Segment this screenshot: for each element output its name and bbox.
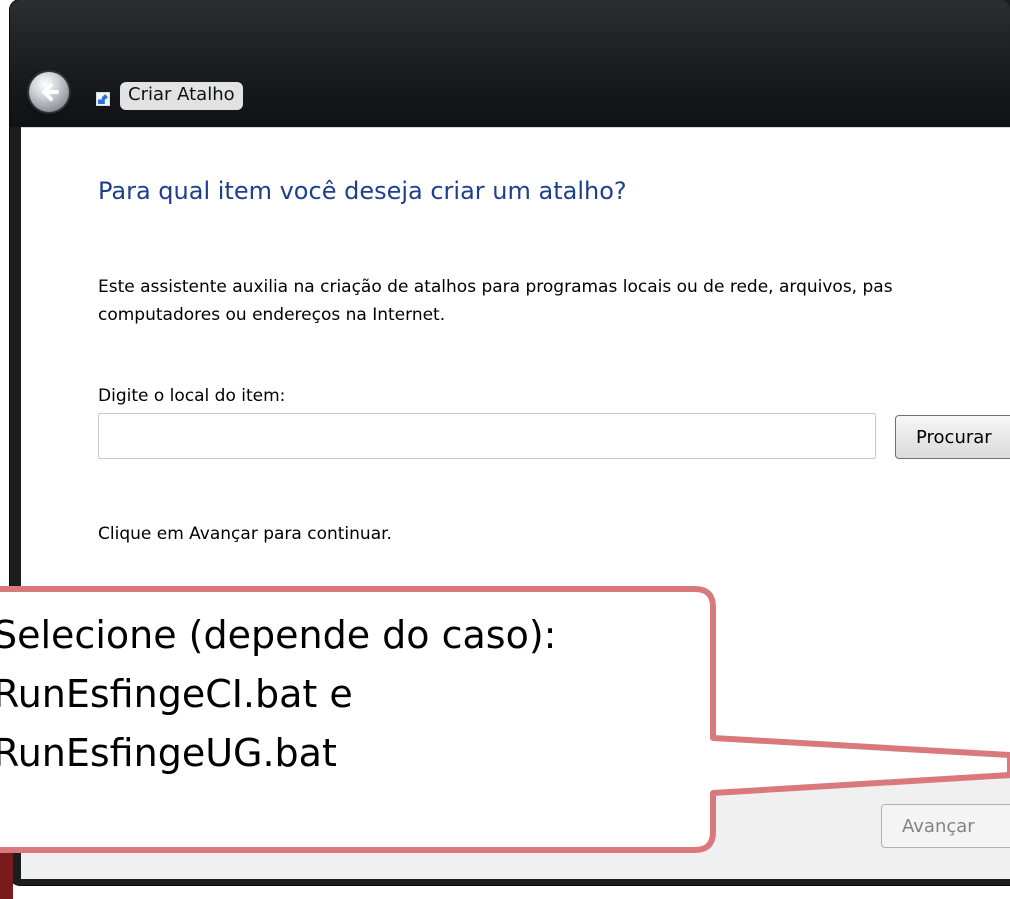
dialog-heading: Para qual item você deseja criar um atal… bbox=[98, 177, 627, 205]
bottom-red-accent bbox=[0, 845, 13, 899]
next-button[interactable]: Avançar bbox=[881, 804, 1010, 848]
dialog-description: Este assistente auxilia na criação de at… bbox=[98, 273, 893, 329]
title-bar: Criar Atalho bbox=[10, 0, 1010, 127]
callout-text: Selecione (depende do caso): RunEsfingeC… bbox=[0, 606, 556, 783]
browse-button[interactable]: Procurar bbox=[895, 415, 1010, 459]
callout-line-1: Selecione (depende do caso): bbox=[0, 613, 557, 657]
description-line-2: computadores ou endereços na Internet. bbox=[98, 305, 446, 325]
window-title: Criar Atalho bbox=[120, 82, 243, 110]
location-label: Digite o local do item: bbox=[98, 386, 286, 406]
continue-instruction: Clique em Avançar para continuar. bbox=[98, 524, 392, 544]
dialog-footer bbox=[21, 778, 1010, 879]
back-arrow-icon bbox=[42, 83, 59, 101]
shortcut-icon bbox=[96, 92, 110, 106]
back-button[interactable] bbox=[29, 72, 69, 112]
location-input[interactable] bbox=[98, 413, 876, 459]
callout-line-3: RunEsfingeUG.bat bbox=[0, 731, 337, 775]
description-line-1: Este assistente auxilia na criação de at… bbox=[98, 277, 893, 297]
callout-line-2: RunEsfingeCI.bat e bbox=[0, 672, 353, 716]
